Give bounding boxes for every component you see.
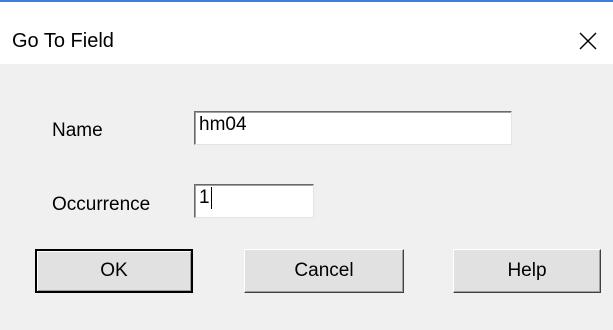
help-button[interactable]: Help [453, 249, 601, 293]
name-field-value: hm04 [199, 114, 247, 135]
cancel-button[interactable]: Cancel [244, 249, 404, 293]
name-field[interactable]: hm04 [194, 111, 512, 145]
occurrence-field[interactable]: 1 [194, 184, 314, 218]
window-title: Go To Field [12, 30, 114, 52]
close-button[interactable] [570, 24, 606, 58]
close-icon [579, 32, 597, 50]
occurrence-label: Occurrence [52, 194, 151, 215]
title-bar[interactable]: Go To Field [0, 2, 613, 64]
text-caret [210, 186, 212, 209]
ok-button[interactable]: OK [35, 249, 193, 293]
go-to-field-dialog: Go To Field Name hm04 Occurrence 1 OK Ca… [0, 0, 613, 330]
name-label: Name [52, 120, 103, 141]
occurrence-field-value: 1 [199, 187, 210, 208]
